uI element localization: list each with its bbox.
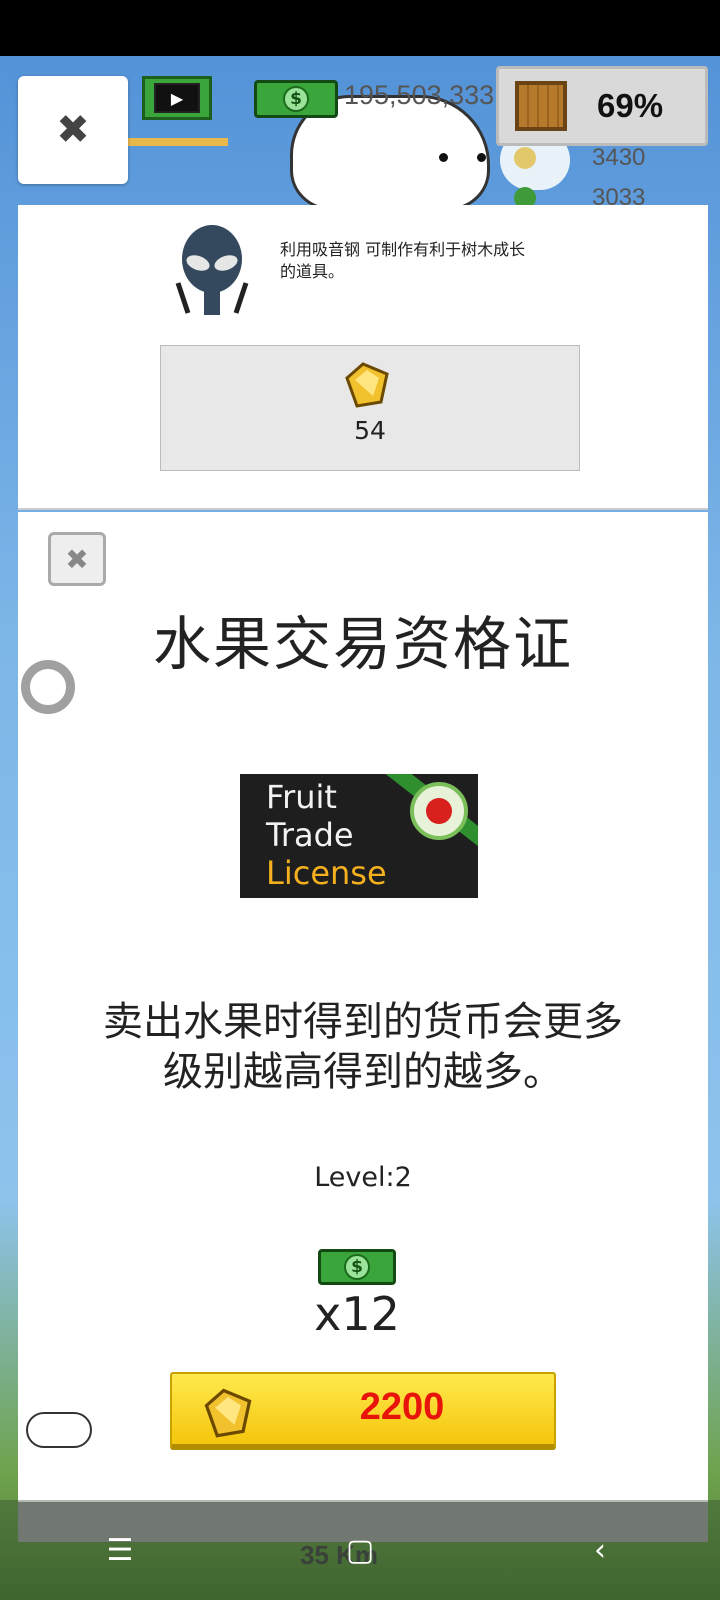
- license-title: 水果交易资格证: [152, 610, 573, 678]
- fruit-icon: [514, 147, 536, 169]
- film-icon: ▶: [154, 83, 200, 113]
- close-icon: ✖: [56, 107, 90, 153]
- status-bar: [0, 0, 720, 56]
- description-line-2: 级别越高得到的越多。: [163, 1049, 563, 1095]
- item-info-panel: 利用吸音钢 可制作有利于树木成长的道具。 54: [18, 205, 708, 510]
- alien-icon: [175, 225, 249, 315]
- storage-percent: 69%: [597, 87, 664, 124]
- money-icon: $: [318, 1249, 396, 1285]
- description-line-1: 卖出水果时得到的货币会更多: [103, 999, 623, 1045]
- cloud-eye-left: [439, 153, 448, 162]
- cloud-eye-right: [477, 153, 486, 162]
- crate-icon: [515, 81, 567, 131]
- badge-text-license: License: [266, 854, 387, 892]
- close-button[interactable]: ✖: [48, 532, 106, 586]
- floating-ring-button[interactable]: [21, 660, 75, 714]
- money-icon: $: [254, 80, 338, 118]
- money-multiplier: x12: [314, 1287, 400, 1341]
- menu-icon[interactable]: ☰: [90, 1533, 150, 1568]
- close-icon: ✖: [65, 542, 89, 576]
- license-panel: ✖ 水果交易资格证 Fruit Trade License 卖出水果时得到的货币…: [18, 512, 708, 1514]
- badge-text-trade: Trade: [266, 816, 354, 854]
- storage-indicator[interactable]: 69%: [496, 66, 708, 146]
- close-button-large[interactable]: ✖: [18, 76, 128, 184]
- back-icon[interactable]: ‹: [570, 1533, 630, 1568]
- upgrade-price: 2200: [359, 1386, 445, 1428]
- gold-gem-icon: [204, 1388, 252, 1438]
- video-ad-button[interactable]: ▶: [142, 76, 212, 120]
- gold-gem-icon: [345, 362, 389, 408]
- home-icon[interactable]: ▢: [330, 1533, 390, 1568]
- list-item: 3430: [500, 138, 700, 178]
- system-nav-bar: ☰ ▢ ‹: [0, 1500, 720, 1600]
- badge-text-fruit: Fruit: [266, 778, 337, 816]
- cloud-helper-button[interactable]: [26, 1412, 92, 1448]
- license-level: Level:2: [314, 1162, 412, 1193]
- gem-cost-box: 54: [160, 345, 580, 471]
- hud-progress-bar: [126, 138, 228, 146]
- item-description: 利用吸音钢 可制作有利于树木成长的道具。: [280, 240, 526, 281]
- license-description: 卖出水果时得到的货币会更多 级别越高得到的越多。: [18, 997, 708, 1097]
- money-counter: 195,503,333: [344, 80, 495, 110]
- upgrade-buy-button[interactable]: 2200: [170, 1372, 556, 1450]
- license-badge: Fruit Trade License: [240, 774, 478, 898]
- gem-count: 54: [354, 416, 386, 445]
- apple-seal-icon: [410, 782, 468, 840]
